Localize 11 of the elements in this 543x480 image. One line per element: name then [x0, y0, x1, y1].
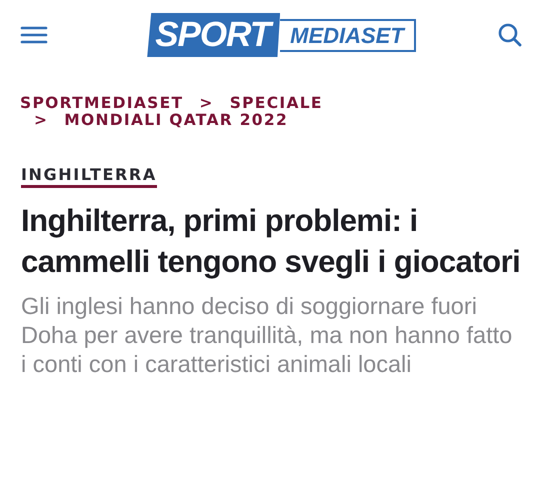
breadcrumb-separator: >	[34, 112, 48, 129]
menu-icon[interactable]	[20, 25, 48, 45]
article-headline: Inghilterra, primi problemi: i cammelli tengono svegli i giocatori	[21, 202, 522, 281]
breadcrumb-link[interactable]: SPORTMEDIASET	[20, 95, 184, 112]
breadcrumb-separator: >	[199, 95, 214, 112]
search-icon[interactable]	[497, 22, 523, 48]
logo[interactable]: SPORT MEDIASET	[147, 13, 416, 57]
article-summary: Gli inglesi hanno deciso di soggiornare fuori Doha per avere tranquillità, ma non hanno fatto i conti con i caratteristici animali locali	[21, 292, 514, 379]
category-link[interactable]: INGHILTERRA	[21, 165, 157, 188]
breadcrumb-link[interactable]: SPECIALE	[230, 95, 323, 112]
breadcrumb-link[interactable]: MONDIALI QATAR 2022	[64, 112, 288, 129]
